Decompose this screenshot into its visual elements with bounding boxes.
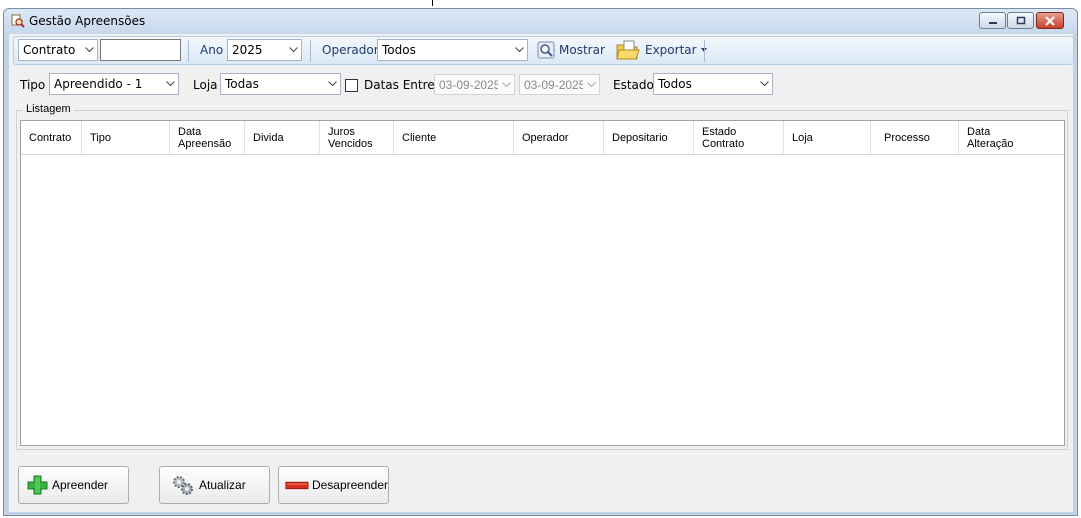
column-header-juros-vencidos[interactable]: Juros Vencidos xyxy=(320,121,394,154)
grid-header: Contrato Tipo Data Apreensão Divida Juros… xyxy=(21,121,1064,155)
gears-icon xyxy=(173,476,193,495)
column-header-cliente[interactable]: Cliente xyxy=(394,121,514,154)
column-header-contrato[interactable]: Contrato xyxy=(21,121,82,154)
minus-icon xyxy=(285,481,309,490)
atualizar-label: Atualizar xyxy=(199,478,246,492)
date-from-value: 03-09-2025 xyxy=(439,77,498,92)
toolstrip-separator xyxy=(188,40,189,62)
magnifier-doc-icon xyxy=(537,41,555,59)
chevron-down-icon xyxy=(81,40,97,60)
listagem-label: Listagem xyxy=(23,103,74,115)
maximize-button[interactable] xyxy=(1007,12,1034,29)
column-header-data-alteracao[interactable]: Data Alteração xyxy=(959,121,1064,154)
column-header-depositario[interactable]: Depositario xyxy=(604,121,694,154)
datas-entre-label: Datas Entre xyxy=(364,78,435,92)
desapreender-button[interactable]: Desapreender xyxy=(278,466,389,504)
estado-value: Todos xyxy=(658,77,692,91)
ano-label: Ano xyxy=(200,43,224,57)
ano-value: 2025 xyxy=(232,43,263,57)
date-to-picker[interactable]: 03-09-2025 xyxy=(519,74,600,95)
listagem-grid[interactable] xyxy=(20,120,1065,446)
column-header-tipo[interactable]: Tipo xyxy=(82,121,170,154)
estado-label: Estado xyxy=(613,78,654,92)
loja-combo[interactable]: Todas xyxy=(220,73,341,95)
atualizar-button[interactable]: Atualizar xyxy=(159,466,270,504)
chevron-down-icon xyxy=(162,74,178,94)
operador-value: Todos xyxy=(382,43,416,57)
minimize-button[interactable] xyxy=(979,12,1006,29)
mostrar-label: Mostrar xyxy=(559,43,605,57)
chevron-down-icon xyxy=(324,74,340,94)
loja-value: Todas xyxy=(225,77,259,91)
toolstrip-separator xyxy=(310,40,311,62)
datas-entre-checkbox[interactable] xyxy=(345,79,358,92)
field-combo[interactable]: Contrato xyxy=(18,39,98,61)
exportar-dropdown-button[interactable]: Exportar xyxy=(615,39,708,61)
column-header-processo[interactable]: Processo xyxy=(871,121,959,154)
apreender-label: Apreender xyxy=(52,478,109,492)
close-button[interactable] xyxy=(1036,12,1064,29)
exportar-label: Exportar xyxy=(645,43,697,57)
column-header-estado-contrato[interactable]: Estado Contrato xyxy=(694,121,784,154)
chevron-down-icon xyxy=(285,40,301,60)
mostrar-button[interactable]: Mostrar xyxy=(537,40,605,60)
chevron-down-icon xyxy=(498,75,514,94)
date-from-picker[interactable]: 03-09-2025 xyxy=(434,74,515,95)
search-doc-icon xyxy=(11,14,25,28)
minimize-icon xyxy=(988,21,997,24)
export-folder-icon xyxy=(616,40,640,60)
apreender-button[interactable]: Apreender xyxy=(18,466,129,504)
plus-icon xyxy=(27,475,48,495)
date-to-value: 03-09-2025 xyxy=(524,77,583,92)
column-header-loja[interactable]: Loja xyxy=(784,121,871,154)
toolstrip-separator xyxy=(704,40,705,62)
close-icon xyxy=(1045,15,1055,26)
maximize-icon xyxy=(1016,16,1025,25)
column-header-data-apreensao[interactable]: Data Apreensão xyxy=(170,121,245,154)
tipo-combo[interactable]: Apreendido - 1 xyxy=(49,73,179,95)
tipo-value: Apreendido - 1 xyxy=(54,77,143,91)
column-header-operador[interactable]: Operador xyxy=(514,121,604,154)
chevron-down-icon xyxy=(511,40,527,60)
loja-label: Loja xyxy=(193,78,218,92)
desapreender-label: Desapreender xyxy=(311,478,388,492)
operador-combo[interactable]: Todos xyxy=(377,39,528,61)
estado-combo[interactable]: Todos xyxy=(653,73,773,95)
chevron-down-icon xyxy=(756,74,772,94)
window-title: Gestão Apreensões xyxy=(29,14,146,28)
tipo-label: Tipo xyxy=(20,78,46,92)
operador-label: Operador xyxy=(322,43,379,57)
field-text-input[interactable] xyxy=(100,39,181,61)
title-bar[interactable] xyxy=(4,9,1077,34)
ano-combo[interactable]: 2025 xyxy=(227,39,302,61)
column-header-divida[interactable]: Divida xyxy=(245,121,320,154)
top-edge-line xyxy=(432,0,433,6)
chevron-down-icon xyxy=(583,75,599,94)
field-combo-value: Contrato xyxy=(23,43,76,57)
